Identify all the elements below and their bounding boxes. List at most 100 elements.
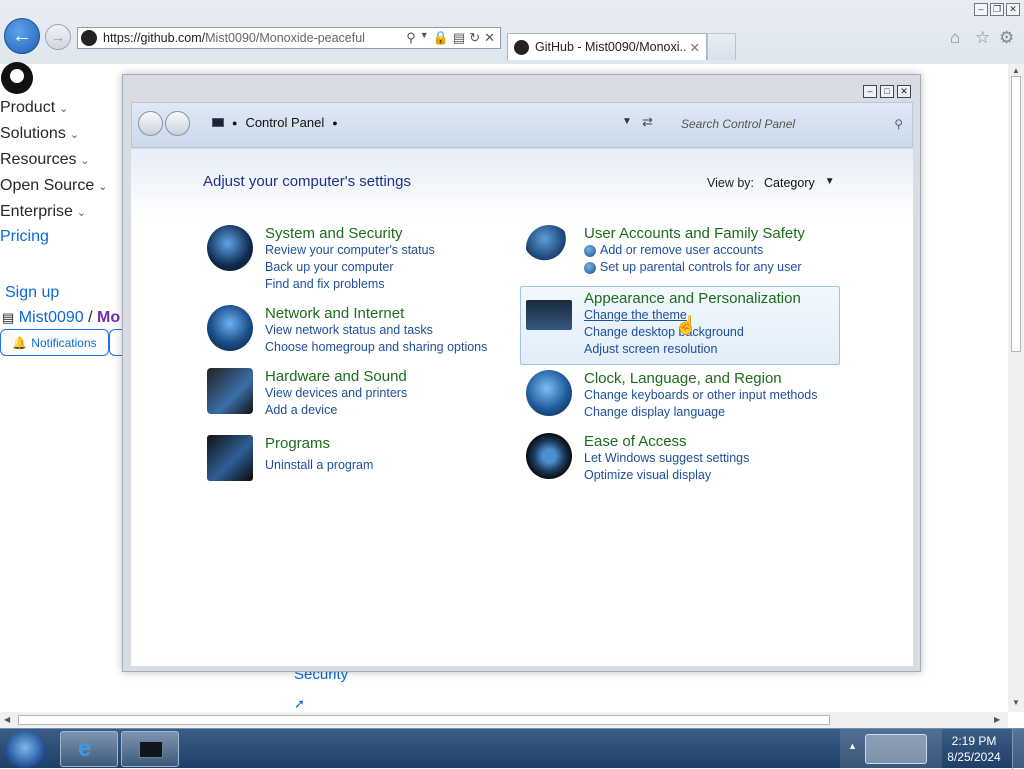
address-url[interactable]: https://github.com/Mist0090/Monoxide-pea…	[103, 31, 406, 45]
tray-network-icon[interactable]	[865, 734, 927, 764]
refresh-icon[interactable]: ↻	[469, 30, 480, 46]
user-accounts-icon[interactable]	[526, 225, 572, 271]
system-security-icon[interactable]	[207, 225, 253, 271]
link-add-device[interactable]: Add a device	[265, 403, 337, 417]
link-suggest-settings[interactable]: Let Windows suggest settings	[584, 451, 749, 465]
link-back-up[interactable]: Back up your computer	[265, 260, 394, 274]
breadcrumb-control-panel[interactable]: Control Panel	[245, 115, 324, 130]
clock-language-icon[interactable]	[526, 370, 572, 416]
close-tab-icon[interactable]: ✕	[690, 40, 700, 55]
new-tab-button[interactable]	[707, 33, 736, 60]
address-bar[interactable]: https://github.com/Mist0090/Monoxide-pea…	[77, 27, 501, 49]
show-desktop-button[interactable]	[1012, 729, 1024, 769]
category-title[interactable]: Clock, Language, and Region	[584, 370, 782, 387]
ease-of-access-icon[interactable]	[526, 433, 572, 479]
chevron-down-icon: ⌄	[76, 207, 87, 219]
taskbar-control-panel[interactable]	[121, 731, 179, 767]
category-title[interactable]: Ease of Access	[584, 433, 687, 450]
link-devices-printers[interactable]: View devices and printers	[265, 386, 407, 400]
clock[interactable]: 2:19 PM 8/25/2024	[944, 733, 1004, 765]
menu-resources[interactable]: Resources ⌄	[0, 151, 90, 169]
category-title[interactable]: Programs	[265, 435, 330, 452]
insights-graph-icon[interactable]: ➚	[294, 696, 305, 712]
menu-open-source[interactable]: Open Source ⌄	[0, 177, 108, 195]
sign-up-link[interactable]: Sign up	[5, 284, 59, 302]
link-display-language[interactable]: Change display language	[584, 405, 725, 419]
link-add-remove-users[interactable]: Add or remove user accounts	[584, 243, 763, 257]
star-icon[interactable]: ☆	[975, 28, 990, 48]
cp-maximize-button[interactable]: □	[880, 85, 894, 98]
gear-icon[interactable]: ⚙	[999, 28, 1014, 48]
history-dropdown-icon[interactable]: ▼	[622, 116, 632, 127]
home-icon[interactable]: ⌂	[950, 28, 960, 48]
scroll-left-icon[interactable]: ◀	[4, 715, 10, 724]
search-icon[interactable]: ⚲	[894, 114, 903, 134]
link-optimize-display[interactable]: Optimize visual display	[584, 468, 711, 482]
forward-button[interactable]: →	[45, 24, 71, 50]
lock-icon[interactable]: 🔒	[433, 30, 449, 46]
scroll-right-icon[interactable]: ▶	[994, 715, 1000, 724]
github-logo[interactable]	[1, 62, 33, 94]
view-by-control[interactable]: View by: Category ▼	[707, 176, 835, 190]
hardware-sound-icon[interactable]	[207, 368, 253, 414]
browser-tab[interactable]: GitHub - Mist0090/Monoxi... ✕	[507, 33, 707, 60]
taskbar-internet-explorer[interactable]: e	[60, 731, 118, 767]
category-title[interactable]: User Accounts and Family Safety	[584, 225, 805, 242]
vertical-scrollbar[interactable]: ▲ ▼	[1008, 64, 1024, 712]
cp-minimize-button[interactable]: –	[863, 85, 877, 98]
category-title[interactable]: System and Security	[265, 225, 403, 242]
link-find-fix[interactable]: Find and fix problems	[265, 277, 385, 291]
dropdown-arrow-icon[interactable]: ▼	[825, 176, 835, 190]
scroll-down-icon[interactable]: ▼	[1012, 698, 1020, 707]
restore-button[interactable]: ❐	[990, 3, 1004, 16]
menu-enterprise[interactable]: Enterprise ⌄	[0, 203, 86, 221]
minimize-button[interactable]: –	[974, 3, 988, 16]
compatibility-icon[interactable]: ▤	[453, 30, 465, 46]
dropdown-icon[interactable]: ▼	[420, 30, 429, 46]
notifications-button[interactable]: 🔔 Notifications	[0, 329, 109, 356]
category-title[interactable]: Hardware and Sound	[265, 368, 407, 385]
github-favicon-icon	[514, 39, 529, 55]
link-change-theme[interactable]: Change the theme	[584, 308, 687, 322]
search-icon[interactable]: ⚲	[406, 30, 416, 46]
network-internet-icon[interactable]	[207, 305, 253, 351]
refresh-icon[interactable]: ⇄	[642, 114, 653, 130]
menu-pricing[interactable]: Pricing	[0, 228, 49, 246]
link-parental-controls[interactable]: Set up parental controls for any user	[584, 260, 802, 274]
cp-back-button[interactable]	[138, 111, 163, 136]
appearance-icon[interactable]	[526, 300, 572, 330]
link-network-status[interactable]: View network status and tasks	[265, 323, 433, 337]
category-title[interactable]: Network and Internet	[265, 305, 404, 322]
menu-product[interactable]: Product ⌄	[0, 99, 68, 117]
stop-icon[interactable]: ✕	[484, 30, 495, 46]
cp-close-button[interactable]: ✕	[897, 85, 911, 98]
cp-breadcrumb[interactable]: ● Control Panel ●	[212, 115, 338, 130]
category-title[interactable]: Appearance and Personalization	[584, 290, 801, 307]
view-by-label: View by:	[707, 176, 755, 190]
back-button[interactable]: ←	[4, 18, 40, 54]
programs-icon[interactable]	[207, 435, 253, 481]
link-uninstall[interactable]: Uninstall a program	[265, 458, 373, 472]
cp-search-input[interactable]: Search Control Panel ⚲	[677, 114, 909, 134]
link-screen-resolution[interactable]: Adjust screen resolution	[584, 342, 717, 356]
start-button[interactable]	[5, 731, 45, 768]
scroll-up-icon[interactable]: ▲	[1012, 66, 1020, 75]
view-by-value[interactable]: Category	[764, 176, 815, 190]
close-button[interactable]: ✕	[1006, 3, 1020, 16]
horizontal-scroll-thumb[interactable]	[18, 715, 830, 725]
vertical-scroll-thumb[interactable]	[1011, 76, 1021, 352]
show-hidden-icons[interactable]: ▲	[848, 741, 857, 751]
arrow-right-icon: →	[51, 29, 65, 45]
link-keyboards[interactable]: Change keyboards or other input methods	[584, 388, 817, 402]
link-homegroup[interactable]: Choose homegroup and sharing options	[265, 340, 487, 354]
repo-owner-link[interactable]: Mist0090	[19, 309, 84, 326]
repo-name-link[interactable]: Mo	[97, 309, 120, 326]
cp-forward-button[interactable]	[165, 111, 190, 136]
breadcrumb-arrow-icon[interactable]: ●	[232, 118, 237, 128]
breadcrumb-arrow-icon[interactable]: ●	[332, 118, 337, 128]
fork-button[interactable]	[109, 329, 123, 356]
link-review-status[interactable]: Review your computer's status	[265, 243, 435, 257]
link-desktop-background[interactable]: Change desktop background	[584, 325, 744, 339]
horizontal-scrollbar[interactable]: ◀ ▶	[0, 712, 1008, 728]
menu-solutions[interactable]: Solutions ⌄	[0, 125, 79, 143]
